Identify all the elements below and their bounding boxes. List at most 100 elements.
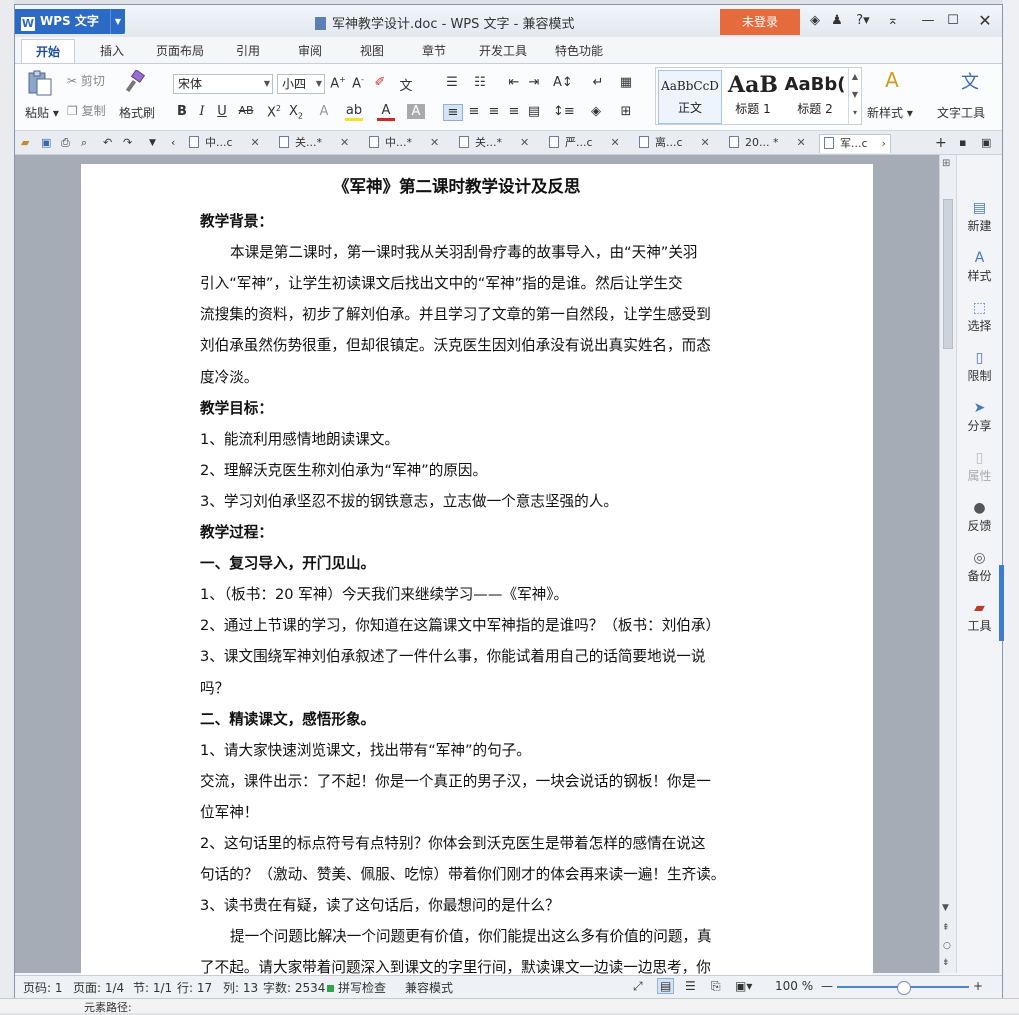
- chinese-layout-icon[interactable]: A↕: [553, 75, 573, 90]
- split-view-icon[interactable]: ⊞: [942, 158, 950, 169]
- web-view-icon[interactable]: ⎘: [711, 979, 721, 994]
- doc-tab[interactable]: 离...c ✕: [639, 134, 710, 152]
- font-name-select[interactable]: 宋体 ▼: [173, 74, 273, 94]
- char-shading-icon[interactable]: A: [407, 104, 425, 119]
- tab-review[interactable]: 审阅: [287, 39, 333, 63]
- tab-page-layout[interactable]: 页面布局: [147, 39, 213, 63]
- paste-button[interactable]: 粘贴 ▾: [25, 104, 59, 121]
- skin-icon[interactable]: ◈: [805, 11, 825, 31]
- tabs-scroll-left-icon[interactable]: ‹: [171, 134, 175, 152]
- strikethrough-icon[interactable]: AB: [237, 104, 255, 117]
- sidebar-item-style[interactable]: A 样式: [957, 249, 1002, 284]
- save-icon[interactable]: ▣: [41, 134, 51, 152]
- line-spacing-icon[interactable]: ↕≡: [553, 104, 575, 119]
- outline-view-icon[interactable]: ☰: [685, 979, 696, 993]
- shading-icon[interactable]: ◈: [587, 104, 605, 119]
- zoom-slider-handle[interactable]: [897, 981, 911, 995]
- style-heading-1[interactable]: AaB 标题 1: [722, 72, 784, 124]
- tab-chapter[interactable]: 章节: [411, 39, 457, 63]
- sidebar-item-new[interactable]: ▤ 新建: [957, 199, 1002, 234]
- sidebar-collapse-handle[interactable]: [999, 565, 1004, 641]
- italic-icon[interactable]: I: [193, 104, 211, 119]
- spell-check-toggle[interactable]: 拼写检查: [327, 979, 386, 996]
- sidebar-item-feedback[interactable]: ● 反馈: [957, 499, 1002, 534]
- copy-button[interactable]: ❐ 复制: [67, 102, 106, 119]
- style-normal[interactable]: AaBbCcD 正文: [658, 70, 722, 124]
- align-left-icon[interactable]: ≡: [443, 104, 463, 121]
- align-center-icon[interactable]: ≡: [465, 104, 483, 119]
- subscript-icon[interactable]: X2: [287, 104, 305, 121]
- tabs-menu-icon[interactable]: ▣: [981, 134, 991, 152]
- justify-icon[interactable]: ≡: [505, 104, 523, 119]
- clear-format-icon[interactable]: ✐: [371, 75, 389, 90]
- phonetic-guide-icon[interactable]: 文: [397, 75, 415, 94]
- tab-special-features[interactable]: 特色功能: [547, 39, 611, 63]
- print-preview-icon[interactable]: ⌕: [81, 134, 87, 152]
- cut-button[interactable]: ✂ 剪切: [67, 72, 105, 89]
- decrease-indent-icon[interactable]: ⇤: [505, 75, 523, 90]
- shirt-icon[interactable]: ♟: [827, 11, 847, 31]
- style-heading-2[interactable]: AaBb( 标题 2: [784, 72, 846, 124]
- collapse-ribbon-icon[interactable]: ⌅: [883, 11, 903, 31]
- zoom-in-icon[interactable]: +: [973, 979, 983, 993]
- doc-tab[interactable]: 关...* ✕: [459, 134, 529, 152]
- doc-tab-active[interactable]: 军...c ›: [819, 134, 891, 153]
- tab-developer[interactable]: 开发工具: [471, 39, 535, 63]
- shrink-font-icon[interactable]: A-: [349, 75, 367, 91]
- gallery-scroll[interactable]: ▲ ▼ ▾: [848, 68, 861, 124]
- open-icon[interactable]: ▰: [21, 134, 29, 152]
- text-effect-icon[interactable]: A: [315, 104, 333, 119]
- browse-object-icon[interactable]: ○: [943, 941, 951, 951]
- document-page[interactable]: 《军神》第二课时教学设计及反思 教学背景： 本课是第二课时，第一课时我从关羽刮骨疗…: [81, 164, 873, 979]
- quick-access-menu-icon[interactable]: ▼: [149, 134, 156, 152]
- tab-list-icon[interactable]: ▪: [959, 134, 966, 152]
- scroll-thumb[interactable]: [943, 199, 953, 349]
- numbered-list-icon[interactable]: ☷: [471, 75, 489, 90]
- bold-icon[interactable]: B: [173, 104, 191, 119]
- new-style-button[interactable]: 新样式 ▾: [867, 104, 913, 121]
- help-icon[interactable]: ?▾: [849, 11, 877, 31]
- underline-icon[interactable]: U: [213, 104, 231, 119]
- minimize-icon[interactable]: —: [918, 11, 938, 31]
- undo-icon[interactable]: ↶: [103, 134, 112, 152]
- sidebar-item-tools[interactable]: ▰ 工具: [957, 599, 1002, 634]
- sidebar-item-select[interactable]: ⬚ 选择: [957, 299, 1002, 334]
- text-tools-button[interactable]: 文字工具: [937, 104, 985, 121]
- grow-font-icon[interactable]: A+: [329, 75, 347, 91]
- doc-tab[interactable]: 严...c ✕: [549, 134, 620, 152]
- new-tab-icon[interactable]: +: [935, 134, 947, 152]
- doc-tab[interactable]: 中...c ✕: [189, 134, 260, 152]
- zoom-level[interactable]: 100 %: [775, 979, 813, 993]
- previous-page-icon[interactable]: ⇞: [942, 923, 950, 933]
- scroll-down-icon[interactable]: ▼: [942, 903, 949, 913]
- doc-tab[interactable]: 关...* ✕: [279, 134, 349, 152]
- tab-start[interactable]: 开始: [21, 39, 75, 63]
- increase-indent-icon[interactable]: ⇥: [525, 75, 543, 90]
- font-color-icon[interactable]: A: [377, 104, 395, 121]
- reading-view-icon[interactable]: ▣▾: [735, 979, 752, 993]
- paste-icon[interactable]: [25, 70, 55, 98]
- tab-view[interactable]: 视图: [349, 39, 395, 63]
- login-button[interactable]: 未登录: [720, 9, 800, 35]
- maximize-icon[interactable]: ☐: [943, 11, 963, 31]
- redo-icon[interactable]: ↷: [123, 134, 132, 152]
- table-icon[interactable]: ▦: [617, 75, 635, 90]
- tab-references[interactable]: 引用: [225, 39, 271, 63]
- distributed-icon[interactable]: ▤: [525, 104, 543, 119]
- superscript-icon[interactable]: X2: [265, 104, 283, 120]
- page-view-icon[interactable]: ▤: [657, 978, 675, 994]
- next-page-icon[interactable]: ⇟: [942, 958, 950, 968]
- fullscreen-view-icon[interactable]: ⤢: [633, 979, 643, 994]
- close-icon[interactable]: ✕: [975, 11, 995, 31]
- borders-icon[interactable]: ⊞: [617, 104, 635, 119]
- print-icon[interactable]: ⎙: [61, 134, 70, 152]
- status-word-count[interactable]: 字数: 2534: [263, 979, 325, 996]
- align-right-icon[interactable]: ≡: [485, 104, 503, 119]
- status-pages[interactable]: 页面: 1/4: [73, 979, 124, 996]
- app-menu-button[interactable]: W WPS 文字 ▼: [15, 9, 125, 34]
- sidebar-item-backup[interactable]: ◎ 备份: [957, 549, 1002, 584]
- bullet-list-icon[interactable]: ☰: [443, 75, 461, 90]
- sidebar-item-restrict[interactable]: ▯ 限制: [957, 349, 1002, 384]
- highlight-icon[interactable]: ab: [345, 104, 363, 121]
- font-size-select[interactable]: 小四 ▼: [277, 74, 325, 94]
